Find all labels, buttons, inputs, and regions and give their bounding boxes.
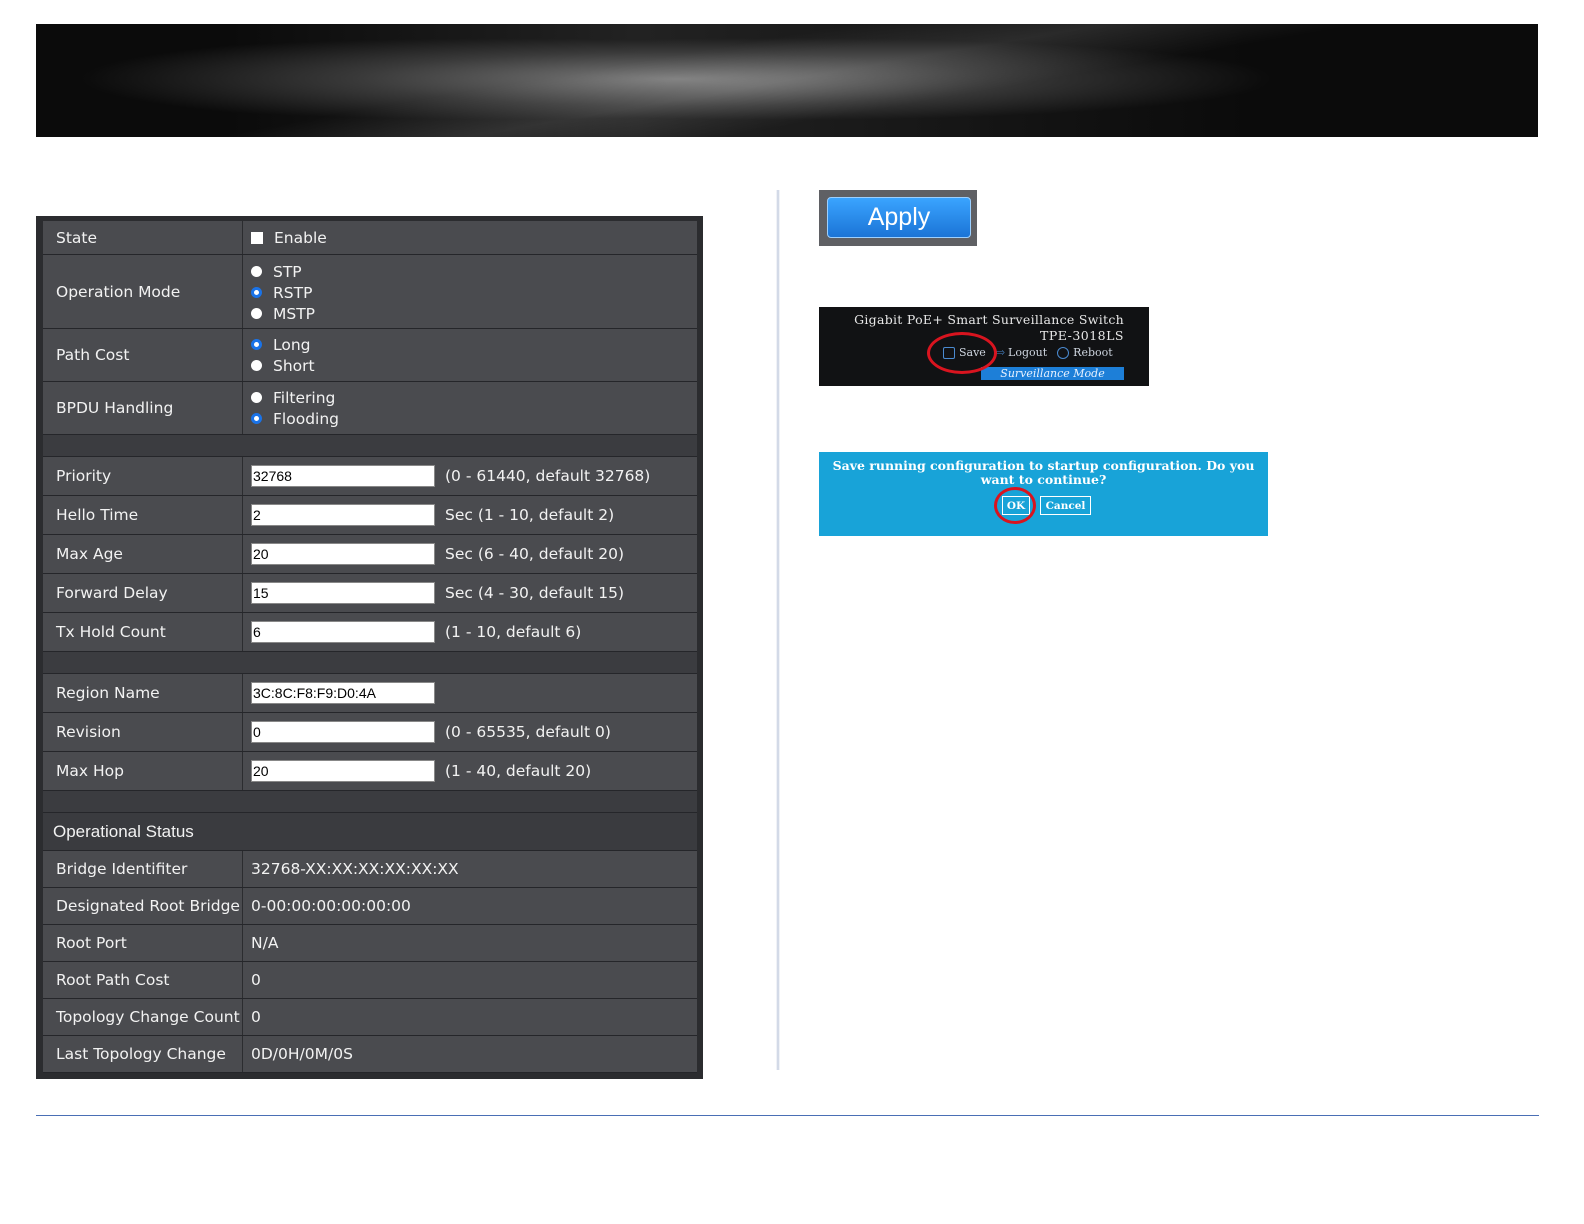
revision-hint: (0 - 65535, default 0) (445, 723, 611, 741)
max-age-row: Max Age Sec (6 - 40, default 20) (43, 535, 697, 574)
bpdu-handling-label: BPDU Handling (43, 382, 242, 434)
radio-filtering[interactable]: Filtering (251, 387, 697, 408)
max-age-label: Max Age (43, 535, 242, 573)
bpdu-handling-row: BPDU Handling Filtering Flooding (43, 382, 697, 435)
status-label: Topology Change Count (43, 999, 242, 1035)
status-value: N/A (251, 934, 279, 952)
status-label: Root Path Cost (43, 962, 242, 998)
section-separator (43, 435, 697, 457)
region-name-input[interactable] (251, 682, 435, 704)
state-enable-label: Enable (274, 228, 327, 247)
logout-icon: ⇨ (995, 346, 1006, 359)
radio-short[interactable]: Short (251, 355, 697, 376)
radio-icon[interactable] (251, 392, 262, 403)
forward-delay-label: Forward Delay (43, 574, 242, 612)
header-banner (36, 24, 1538, 137)
priority-label: Priority (43, 457, 242, 495)
radio-flooding[interactable]: Flooding (251, 408, 697, 429)
state-enable-checkbox[interactable] (251, 231, 263, 244)
max-hop-row: Max Hop (1 - 40, default 20) (43, 752, 697, 791)
switch-title: Gigabit PoE+ Smart Surveillance Switch (854, 312, 1124, 327)
status-value: 0 (251, 1008, 261, 1026)
revision-label: Revision (43, 713, 242, 751)
revision-row: Revision (0 - 65535, default 0) (43, 713, 697, 752)
region-name-label: Region Name (43, 674, 242, 712)
state-row: State Enable (43, 221, 697, 255)
section-separator (43, 652, 697, 674)
hello-time-hint: Sec (1 - 10, default 2) (445, 506, 615, 524)
forward-delay-input[interactable] (251, 582, 435, 604)
radio-selected-icon[interactable] (251, 413, 262, 424)
operational-status-title: Operational Status (43, 813, 697, 851)
tx-hold-count-input[interactable] (251, 621, 435, 643)
status-row: Last Topology Change 0D/0H/0M/0S (43, 1036, 697, 1073)
radio-icon[interactable] (251, 360, 262, 371)
hello-time-input[interactable] (251, 504, 435, 526)
hello-time-label: Hello Time (43, 496, 242, 534)
save-confirm-dialog: Save running configuration to startup co… (819, 452, 1268, 536)
surveillance-mode-button[interactable]: Surveillance Mode (981, 367, 1124, 380)
tx-hold-count-row: Tx Hold Count (1 - 10, default 6) (43, 613, 697, 652)
tx-hold-count-label: Tx Hold Count (43, 613, 242, 651)
revision-input[interactable] (251, 721, 435, 743)
status-value: 32768-XX:XX:XX:XX:XX:XX (251, 860, 459, 878)
path-cost-label: Path Cost (43, 329, 242, 381)
status-label: Bridge Identifiter (43, 851, 242, 887)
radio-stp[interactable]: STP (251, 261, 697, 282)
path-cost-row: Path Cost Long Short (43, 329, 697, 382)
status-label: Designated Root Bridge (43, 888, 242, 924)
max-age-input[interactable] (251, 543, 435, 565)
highlight-circle (994, 487, 1036, 524)
operation-mode-label: Operation Mode (43, 255, 242, 328)
status-row: Topology Change Count 0 (43, 999, 697, 1036)
forward-delay-row: Forward Delay Sec (4 - 30, default 15) (43, 574, 697, 613)
max-hop-input[interactable] (251, 760, 435, 782)
logout-link[interactable]: ⇨ Logout (996, 346, 1047, 359)
apply-button[interactable]: Apply (827, 197, 971, 238)
highlight-circle (927, 332, 997, 374)
switch-model: TPE-3018LS (1039, 328, 1124, 343)
column-divider (776, 190, 780, 1070)
hello-time-row: Hello Time Sec (1 - 10, default 2) (43, 496, 697, 535)
tx-hold-count-hint: (1 - 10, default 6) (445, 623, 582, 641)
footer-rule (36, 1115, 1539, 1116)
state-label: State (43, 221, 242, 254)
region-name-row: Region Name (43, 674, 697, 713)
max-hop-hint: (1 - 40, default 20) (445, 762, 592, 780)
forward-delay-hint: Sec (4 - 30, default 15) (445, 584, 624, 602)
radio-rstp[interactable]: RSTP (251, 282, 697, 303)
radio-mstp[interactable]: MSTP (251, 303, 697, 324)
status-row: Bridge Identifiter 32768-XX:XX:XX:XX:XX:… (43, 851, 697, 888)
cancel-button[interactable]: Cancel (1040, 496, 1091, 515)
priority-hint: (0 - 61440, default 32768) (445, 467, 651, 485)
operation-mode-row: Operation Mode STP RSTP MSTP (43, 255, 697, 329)
priority-input[interactable] (251, 465, 435, 487)
priority-row: Priority (0 - 61440, default 32768) (43, 457, 697, 496)
section-separator (43, 791, 697, 813)
apply-button-frame: Apply (819, 190, 977, 246)
status-value: 0 (251, 971, 261, 989)
radio-icon[interactable] (251, 308, 262, 319)
status-value: 0D/0H/0M/0S (251, 1045, 353, 1063)
status-row: Root Port N/A (43, 925, 697, 962)
radio-icon[interactable] (251, 266, 262, 277)
reboot-icon (1057, 347, 1070, 359)
status-row: Designated Root Bridge 0-00:00:00:00:00:… (43, 888, 697, 925)
radio-selected-icon[interactable] (251, 339, 262, 350)
radio-long[interactable]: Long (251, 334, 697, 355)
max-age-hint: Sec (6 - 40, default 20) (445, 545, 624, 563)
max-hop-label: Max Hop (43, 752, 242, 790)
stp-settings-panel: State Enable Operation Mode STP RSTP MST… (36, 216, 703, 1079)
dialog-message: Save running configuration to startup co… (832, 458, 1255, 487)
status-label: Root Port (43, 925, 242, 961)
status-row: Root Path Cost 0 (43, 962, 697, 999)
switch-header: Gigabit PoE+ Smart Surveillance Switch T… (819, 307, 1149, 386)
reboot-link[interactable]: Reboot (1057, 346, 1113, 359)
status-label: Last Topology Change (43, 1036, 242, 1072)
status-value: 0-00:00:00:00:00:00 (251, 897, 411, 915)
radio-selected-icon[interactable] (251, 287, 262, 298)
